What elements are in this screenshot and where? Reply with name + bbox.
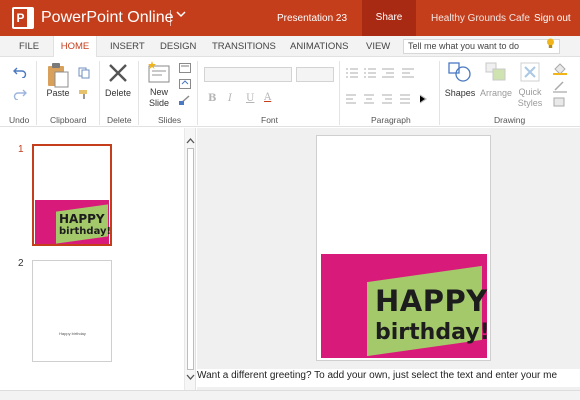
group-divider <box>197 61 198 125</box>
italic-button[interactable]: I <box>228 93 232 104</box>
group-label-drawing: Drawing <box>494 115 526 125</box>
ribbon-tabs: FILE HOME INSERT DESIGN TRANSITIONS ANIM… <box>0 36 580 58</box>
list-indent-icons[interactable] <box>346 68 426 78</box>
arrange-button[interactable]: Arrange <box>478 88 514 99</box>
group-divider <box>99 61 100 125</box>
group-label-slides: Slides <box>158 115 182 125</box>
reset-slide-icon[interactable] <box>179 79 191 89</box>
group-divider <box>36 61 37 125</box>
group-divider <box>439 61 440 125</box>
card-text-birthday[interactable]: birthday! <box>375 322 490 344</box>
sign-out-link[interactable]: Sign out <box>534 13 571 24</box>
shape-outline-icon[interactable] <box>553 81 567 93</box>
group-label-clipboard: Clipboard <box>50 115 87 125</box>
group-divider <box>339 61 340 125</box>
quick-styles-label-line1: Quick <box>518 87 542 97</box>
scroll-up-icon[interactable] <box>186 136 195 146</box>
card-text-birthday: birthday! <box>59 226 112 237</box>
paste-button[interactable]: Paste <box>44 88 72 99</box>
shapes-icon[interactable] <box>448 61 472 83</box>
section-icon[interactable] <box>179 95 191 105</box>
scrollbar-thumb[interactable] <box>187 148 194 370</box>
scroll-down-icon[interactable] <box>186 372 195 382</box>
bold-button[interactable]: B <box>208 93 216 104</box>
slide-number: 2 <box>18 258 24 269</box>
delete-button[interactable]: Delete <box>103 88 133 99</box>
tab-animations[interactable]: ANIMATIONS <box>290 36 348 57</box>
shape-effects-icon[interactable] <box>553 97 567 107</box>
chevron-down-icon[interactable] <box>176 9 186 22</box>
app-name[interactable]: PowerPoint Online <box>41 9 174 27</box>
tab-insert[interactable]: INSERT <box>110 36 145 57</box>
group-label-paragraph: Paragraph <box>371 115 411 125</box>
paste-icon[interactable] <box>46 62 70 88</box>
new-slide-button[interactable]: New Slide <box>144 87 174 109</box>
font-name-dropdown[interactable] <box>204 67 292 82</box>
undo-icon[interactable] <box>13 66 27 78</box>
speaker-notes[interactable]: Want a different greeting? To add your o… <box>197 369 580 387</box>
status-bar <box>0 390 580 400</box>
ribbon: Undo Paste Clipboard Delete Delete New S… <box>0 57 580 127</box>
slide-thumbnail-2[interactable]: Happy birthday <box>32 260 112 362</box>
slide-thumbnail-pane: 1 HAPPY birthday! 2 Happy birthday <box>0 128 184 390</box>
tell-me-search-input[interactable]: Tell me what you want to do <box>403 39 560 54</box>
lightbulb-icon <box>547 38 554 48</box>
format-painter-icon[interactable] <box>78 89 90 99</box>
card-text-happy: HAPPY <box>59 212 105 226</box>
current-slide[interactable]: HAPPY birthday! <box>316 135 491 361</box>
font-color-button[interactable]: A <box>264 92 271 103</box>
font-size-dropdown[interactable] <box>296 67 334 82</box>
tab-transitions[interactable]: TRANSITIONS <box>212 36 276 57</box>
shape-fill-icon[interactable] <box>553 63 567 75</box>
group-label-delete: Delete <box>107 115 132 125</box>
new-slide-icon[interactable] <box>148 61 170 85</box>
tab-design[interactable]: DESIGN <box>160 36 196 57</box>
quick-styles-button[interactable]: Quick Styles <box>514 87 546 109</box>
user-name[interactable]: Healthy Grounds Cafe <box>431 13 530 24</box>
tab-file[interactable]: FILE <box>19 36 39 57</box>
delete-x-icon[interactable] <box>108 63 128 83</box>
layout-icon[interactable] <box>179 63 191 73</box>
new-slide-label-line1: New <box>149 87 168 97</box>
slide-editing-canvas[interactable]: HAPPY birthday! <box>197 128 580 390</box>
tab-home[interactable]: HOME <box>53 36 97 58</box>
group-divider <box>138 61 139 125</box>
slide-2-text: Happy birthday <box>59 331 86 336</box>
group-label-font: Font <box>261 115 279 125</box>
slide-thumbnail-1[interactable]: HAPPY birthday! <box>32 144 112 246</box>
title-bar: P PowerPoint Online Presentation 23 Shar… <box>0 0 580 36</box>
thumbnail-scrollbar[interactable] <box>184 128 196 390</box>
card-text-happy[interactable]: HAPPY <box>375 287 488 316</box>
powerpoint-logo-icon[interactable]: P <box>12 7 34 29</box>
shapes-button[interactable]: Shapes <box>444 88 476 99</box>
slide-number: 1 <box>18 144 24 155</box>
new-slide-label-line2: Slide <box>148 98 169 108</box>
group-label-undo: Undo <box>9 115 30 125</box>
quick-styles-icon[interactable] <box>520 62 540 82</box>
arrange-icon[interactable] <box>485 62 507 82</box>
document-title[interactable]: Presentation 23 <box>277 13 347 24</box>
alignment-icons[interactable] <box>346 94 436 104</box>
title-divider <box>170 10 171 26</box>
redo-icon[interactable] <box>13 88 27 100</box>
underline-button[interactable]: U <box>246 93 254 104</box>
quick-styles-label-line2: Styles <box>517 98 543 108</box>
share-button[interactable]: Share <box>362 0 416 36</box>
copy-icon[interactable] <box>78 67 90 79</box>
tab-view[interactable]: VIEW <box>366 36 390 57</box>
